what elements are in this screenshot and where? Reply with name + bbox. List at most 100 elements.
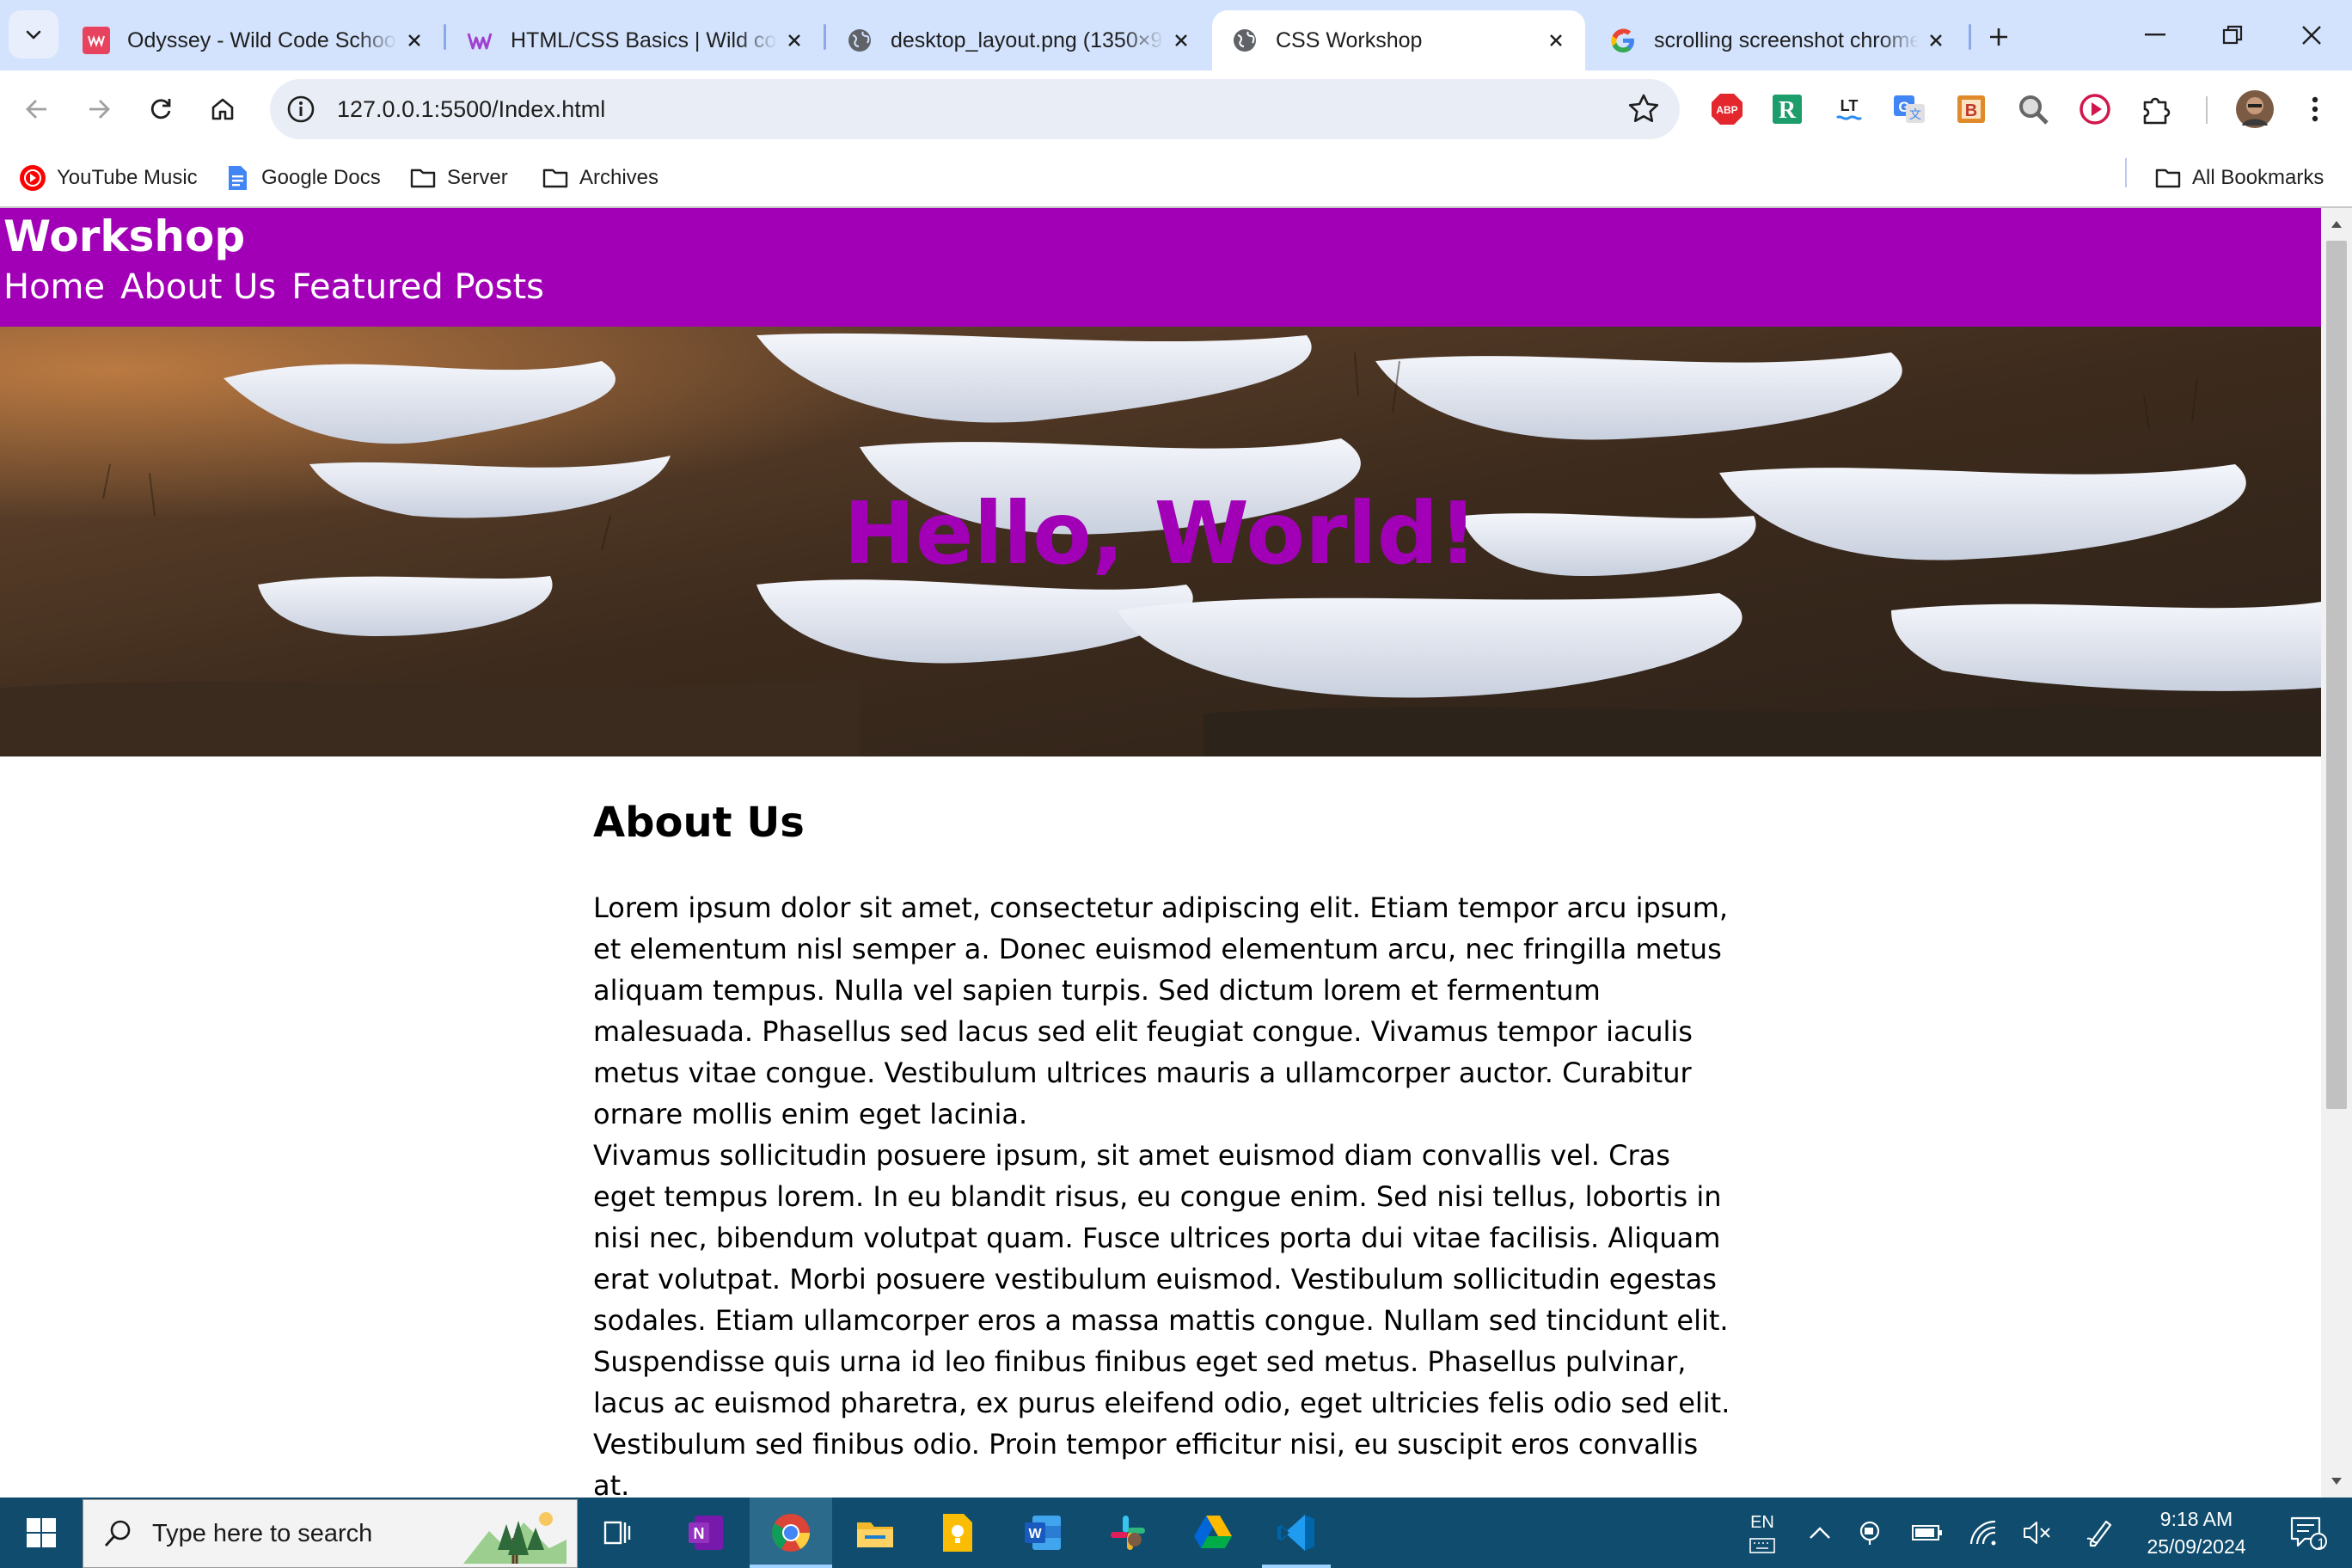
home-button[interactable] (199, 86, 246, 132)
record-icon[interactable] (2075, 89, 2115, 129)
bookmark-star-icon[interactable] (1626, 92, 1661, 126)
address-bar[interactable]: 127.0.0.1:5500/Index.html (270, 79, 1680, 139)
url-text[interactable]: 127.0.0.1:5500/Index.html (337, 96, 605, 123)
svg-text:R: R (1779, 97, 1797, 124)
keyboard-icon (1749, 1537, 1775, 1553)
nav-link-about-us[interactable]: About Us (120, 266, 276, 308)
google-translate-icon[interactable]: G文 (1890, 89, 1929, 129)
browser-tab[interactable]: HTML/CSS Basics | Wild code (447, 10, 824, 70)
zoom-icon[interactable] (2013, 89, 2053, 129)
bookmark-server[interactable]: Server (409, 160, 508, 196)
pen-workspace-icon[interactable] (2077, 1498, 2123, 1568)
browser-tab[interactable]: scrolling screenshot chrome (1590, 10, 1965, 70)
search-placeholder: Type here to search (152, 1519, 373, 1547)
back-button[interactable] (14, 86, 60, 132)
google-docs-icon (224, 164, 251, 192)
languagetool-icon[interactable]: LT (1829, 89, 1869, 129)
google-keep-icon[interactable] (925, 1498, 990, 1568)
browser-toolbar: 127.0.0.1:5500/Index.html ABP R LT G文 B (0, 70, 2352, 148)
bookmark-google-docs[interactable]: Google Docs (224, 160, 381, 196)
page-viewport: Workshop Home About Us Featured Posts He… (0, 208, 2321, 1498)
nav-link-featured-posts[interactable]: Featured Posts (291, 266, 544, 308)
folder-icon (542, 164, 569, 192)
tab-title: Odyssey - Wild Code School (127, 28, 397, 52)
hero-title: Hello, World! (843, 483, 1478, 584)
close-tab-icon[interactable] (1919, 23, 1953, 58)
browser-tab[interactable]: desktop_layout.png (1350×9 (827, 10, 1210, 70)
close-icon (2302, 26, 2321, 45)
adblock-icon[interactable]: ABP (1707, 89, 1747, 129)
avatar[interactable] (2232, 86, 2278, 132)
svg-text:文: 文 (1909, 108, 1921, 122)
task-view-icon[interactable] (593, 1498, 643, 1568)
bookmark-youtube-music[interactable]: YouTube Music (19, 160, 198, 196)
clock[interactable]: 9:18 AM 25/09/2024 (2132, 1498, 2261, 1568)
vscode-icon[interactable] (1262, 1498, 1331, 1568)
reload-button[interactable] (138, 86, 184, 132)
browser-tab-active[interactable]: CSS Workshop (1212, 10, 1585, 70)
paragraph: Vivamus sollicitudin posuere ipsum, sit … (593, 1139, 1730, 1498)
youtube-music-icon (19, 164, 46, 192)
browser-tab[interactable]: Odyssey - Wild Code School (64, 10, 444, 70)
battery-icon[interactable] (1905, 1498, 1950, 1568)
all-bookmarks-button[interactable]: All Bookmarks (2154, 160, 2324, 196)
bookmark-label: Server (447, 166, 508, 189)
search-icon (104, 1520, 131, 1547)
clock-date: 25/09/2024 (2147, 1535, 2246, 1558)
volume-muted-icon[interactable] (2015, 1498, 2060, 1568)
wifi-icon[interactable] (1962, 1498, 2006, 1568)
bookmark-archives[interactable]: Archives (542, 160, 658, 196)
taskbar-search-box[interactable]: Type here to search (83, 1499, 578, 1568)
file-explorer-icon[interactable] (842, 1498, 908, 1568)
input-language[interactable]: EN (1738, 1498, 1786, 1568)
more-menu-icon[interactable] (2295, 89, 2335, 129)
screen: Odyssey - Wild Code School HTML/CSS Basi… (0, 0, 2352, 1568)
google-drive-icon[interactable] (1179, 1498, 1246, 1568)
notification-center-icon[interactable]: 1 (2278, 1498, 2338, 1568)
forward-button[interactable] (76, 86, 122, 132)
tab-title: scrolling screenshot chrome (1654, 28, 1919, 52)
nav-link-home[interactable]: Home (3, 266, 105, 308)
close-tab-icon[interactable] (777, 23, 812, 58)
word-icon[interactable]: W (1009, 1498, 1076, 1568)
bookmark-label: Google Docs (261, 166, 381, 189)
tab-search-button[interactable] (9, 10, 58, 58)
scroll-down-arrow-icon[interactable] (2321, 1468, 2352, 1494)
wild-code-school-icon (83, 27, 110, 54)
puzzle-extensions-icon[interactable] (2137, 89, 2177, 129)
windows-logo-icon (27, 1518, 56, 1547)
scroll-up-arrow-icon[interactable] (2321, 211, 2352, 237)
svg-text:LT: LT (1841, 97, 1859, 114)
b-extension-icon[interactable]: B (1951, 89, 1991, 129)
onenote-icon[interactable]: N (674, 1498, 738, 1568)
bookmark-label: YouTube Music (57, 166, 198, 189)
site-header: Workshop Home About Us Featured Posts (0, 208, 2321, 327)
close-tab-icon[interactable] (1539, 23, 1573, 58)
slack-icon[interactable] (1093, 1498, 1162, 1568)
reload-icon (150, 99, 171, 119)
show-hidden-icons-chevron-icon[interactable] (1798, 1498, 1841, 1568)
close-window-button[interactable] (2273, 12, 2350, 58)
tab-title: HTML/CSS Basics | Wild code (511, 28, 777, 52)
page-scrollbar[interactable] (2321, 208, 2352, 1498)
site-info-icon[interactable] (285, 94, 316, 125)
close-tab-icon[interactable] (397, 23, 432, 58)
new-tab-button[interactable] (1979, 17, 2018, 57)
chevron-down-icon (26, 30, 41, 40)
arrow-left-icon (26, 100, 46, 119)
meet-now-icon[interactable] (1850, 1498, 1893, 1568)
chrome-icon[interactable] (750, 1498, 832, 1568)
bookmarks-divider (2125, 158, 2127, 187)
search-highlight-illustration (463, 1512, 567, 1564)
start-button[interactable] (0, 1498, 83, 1568)
about-section: About Us Lorem ipsum dolor sit amet, con… (593, 756, 1736, 1498)
restore-button[interactable] (2194, 12, 2271, 58)
r-extension-icon[interactable]: R (1767, 89, 1807, 129)
close-tab-icon[interactable] (1164, 23, 1198, 58)
windows-taskbar: Type here to search N W EN 9:18 AM 25/09… (0, 1498, 2352, 1568)
google-icon (1609, 27, 1637, 54)
notification-count: 1 (2317, 1535, 2325, 1552)
hero-banner: Hello, World! (0, 327, 2321, 756)
scrollbar-thumb[interactable] (2326, 241, 2347, 1109)
minimize-button[interactable] (2116, 12, 2194, 58)
